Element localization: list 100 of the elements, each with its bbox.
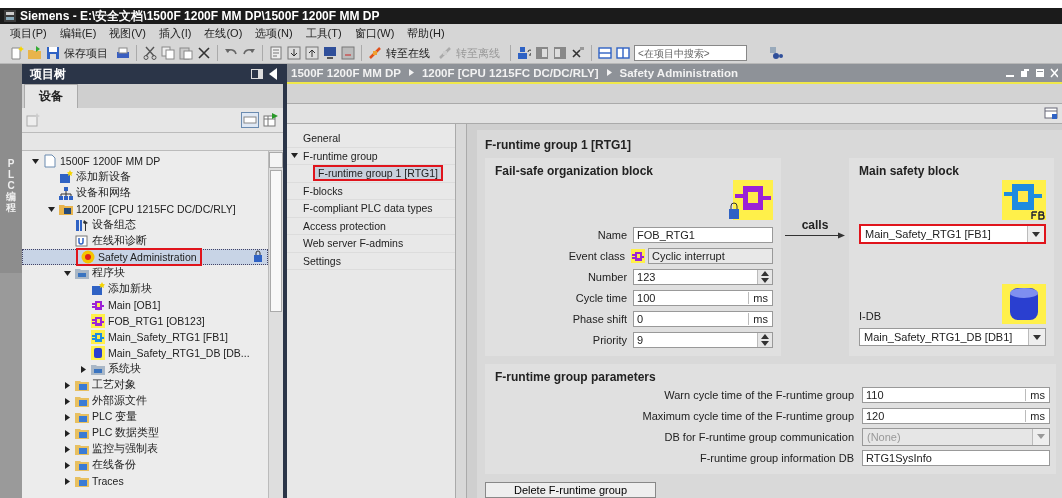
name-field[interactable]: FOB_RTG1: [633, 226, 773, 243]
menu-item[interactable]: 编辑(E): [55, 26, 106, 41]
scrollbar-thumb[interactable]: [270, 170, 282, 312]
time-field[interactable]: 0 ms: [633, 310, 773, 327]
tree-item[interactable]: 外部源文件: [22, 393, 268, 409]
close-icon[interactable]: [571, 46, 585, 60]
table-export-icon[interactable]: [263, 112, 279, 128]
dropdown-caret-icon[interactable]: [1032, 231, 1040, 237]
field-label: Warn cycle time of the F-runtime group: [663, 388, 855, 401]
menu-item[interactable]: 项目(P): [6, 26, 56, 41]
copy-icon[interactable]: [161, 46, 175, 60]
tree-item[interactable]: PLC 数据类型: [22, 425, 268, 441]
tree-item-label: 添加新块: [108, 282, 152, 296]
tree-item[interactable]: Main_Safety_RTG1 [FB1]: [22, 329, 268, 345]
print-icon[interactable]: [116, 46, 130, 60]
lock-icon: [253, 249, 263, 263]
unit-label: ms: [1025, 409, 1049, 422]
nav-item[interactable]: F-compliant PLC data types: [287, 200, 455, 218]
collapsed-arrow-icon[interactable]: [63, 413, 71, 421]
split-left-icon[interactable]: [535, 46, 549, 60]
expanded-arrow-icon[interactable]: [47, 205, 55, 213]
text-field[interactable]: RTG1SysInfo: [862, 449, 1050, 466]
tree-item[interactable]: 程序块: [22, 265, 268, 281]
collapsed-arrow-icon[interactable]: [63, 461, 71, 469]
restore-icon[interactable]: [1020, 67, 1030, 78]
nav-item[interactable]: Web server F-admins: [287, 235, 455, 253]
menu-item[interactable]: 窗口(W): [350, 26, 404, 41]
save-icon[interactable]: [46, 46, 60, 60]
nav-item[interactable]: General: [287, 130, 455, 148]
arrow-icon: [785, 232, 845, 239]
menu-item[interactable]: 工具(T): [301, 26, 351, 41]
time-field[interactable]: 110 ms: [862, 386, 1050, 403]
download-icon[interactable]: [287, 46, 301, 60]
spinner-arrows-icon[interactable]: [761, 270, 769, 283]
collapsed-arrow-icon[interactable]: [79, 365, 87, 373]
instance-db-dropdown[interactable]: Main_Safety_RTG1_DB [DB1]: [859, 328, 1046, 346]
tree-item[interactable]: 在线备份: [22, 457, 268, 473]
collapsed-arrow-icon[interactable]: [63, 381, 71, 389]
collapse-arrow-icon[interactable]: [269, 68, 277, 80]
number-spinner[interactable]: 9: [633, 331, 773, 348]
menu-item[interactable]: 在线(O): [200, 26, 252, 41]
horizontal-split-icon[interactable]: [598, 46, 612, 60]
tree-item[interactable]: 监控与强制表: [22, 441, 268, 457]
menu-item[interactable]: 选项(N): [251, 26, 302, 41]
accessible-devices-icon[interactable]: [517, 46, 531, 60]
search-field[interactable]: <在项目中搜索>: [634, 45, 747, 61]
collapsed-arrow-icon[interactable]: [63, 429, 71, 437]
collapsed-arrow-icon[interactable]: [63, 445, 71, 453]
tree-item[interactable]: 设备和网络: [22, 185, 268, 201]
tree-item[interactable]: 1500F 1200F MM DP: [22, 153, 268, 169]
dropdown-caret-icon[interactable]: [1033, 334, 1041, 340]
save-project-button[interactable]: 保存项目: [64, 45, 108, 61]
folder-icon: [75, 426, 89, 440]
folder-icon: [75, 458, 89, 472]
tree-item[interactable]: 设备组态: [22, 217, 268, 233]
main-block-dropdown[interactable]: Main_Safety_RTG1 [FB1]: [859, 224, 1046, 244]
tree-item[interactable]: 系统块: [22, 361, 268, 377]
spinner-arrows-icon[interactable]: [761, 333, 769, 346]
plug-icon[interactable]: [368, 46, 382, 60]
menu-item[interactable]: 视图(V): [105, 26, 155, 41]
expanded-arrow-icon[interactable]: [63, 269, 71, 277]
folder-icon: [75, 410, 89, 424]
tree-item[interactable]: 1200F [CPU 1215FC DC/DC/RLY]: [22, 201, 268, 217]
function-block-icon: [91, 330, 105, 344]
tree-item-label: Safety Administration: [98, 251, 197, 263]
properties-icon[interactable]: [1044, 106, 1058, 121]
go-online-button[interactable]: 转至在线: [386, 45, 430, 61]
vertical-split-icon[interactable]: [616, 46, 630, 60]
detail-view-icon[interactable]: [241, 112, 259, 128]
panel-layout-icon[interactable]: [251, 69, 263, 79]
collapsed-arrow-icon[interactable]: [63, 477, 71, 485]
tree-item[interactable]: Safety Administration: [22, 249, 268, 265]
blocks-folder-icon: [91, 362, 105, 376]
tree-item[interactable]: Main [OB1]: [22, 297, 268, 313]
tree-item[interactable]: PLC 变量: [22, 409, 268, 425]
delete-icon[interactable]: [197, 46, 211, 60]
tree-item[interactable]: Main_Safety_RTG1_DB [DB...: [22, 345, 268, 361]
expanded-arrow-icon[interactable]: [291, 152, 298, 160]
tree-item[interactable]: 工艺对象: [22, 377, 268, 393]
number-spinner[interactable]: 123: [633, 268, 773, 285]
tree-item[interactable]: 添加新设备: [22, 169, 268, 185]
collapsed-arrow-icon[interactable]: [63, 397, 71, 405]
add-icon: [91, 282, 105, 296]
maximize-icon[interactable]: [1035, 67, 1045, 78]
tree-item[interactable]: 添加新块: [22, 281, 268, 297]
expanded-arrow-icon[interactable]: [31, 157, 39, 165]
time-field[interactable]: 120 ms: [862, 407, 1050, 424]
time-field[interactable]: 100 ms: [633, 289, 773, 306]
tree-item[interactable]: 在线和诊断: [22, 233, 268, 249]
monitor-icon[interactable]: [323, 46, 337, 60]
cut-icon[interactable]: [143, 46, 157, 60]
upload-icon[interactable]: [305, 46, 319, 60]
menu-item[interactable]: 帮助(H): [403, 26, 454, 41]
tree-item[interactable]: FOB_RTG1 [OB123]: [22, 313, 268, 329]
tree-item-label: PLC 数据类型: [92, 426, 160, 440]
tab[interactable]: 设备: [24, 84, 78, 108]
menu-item[interactable]: 插入(I): [155, 26, 201, 41]
delete-button[interactable]: Delete F-runtime group: [485, 482, 657, 498]
tree-item[interactable]: Traces: [22, 473, 268, 489]
folder-icon: [75, 474, 89, 488]
